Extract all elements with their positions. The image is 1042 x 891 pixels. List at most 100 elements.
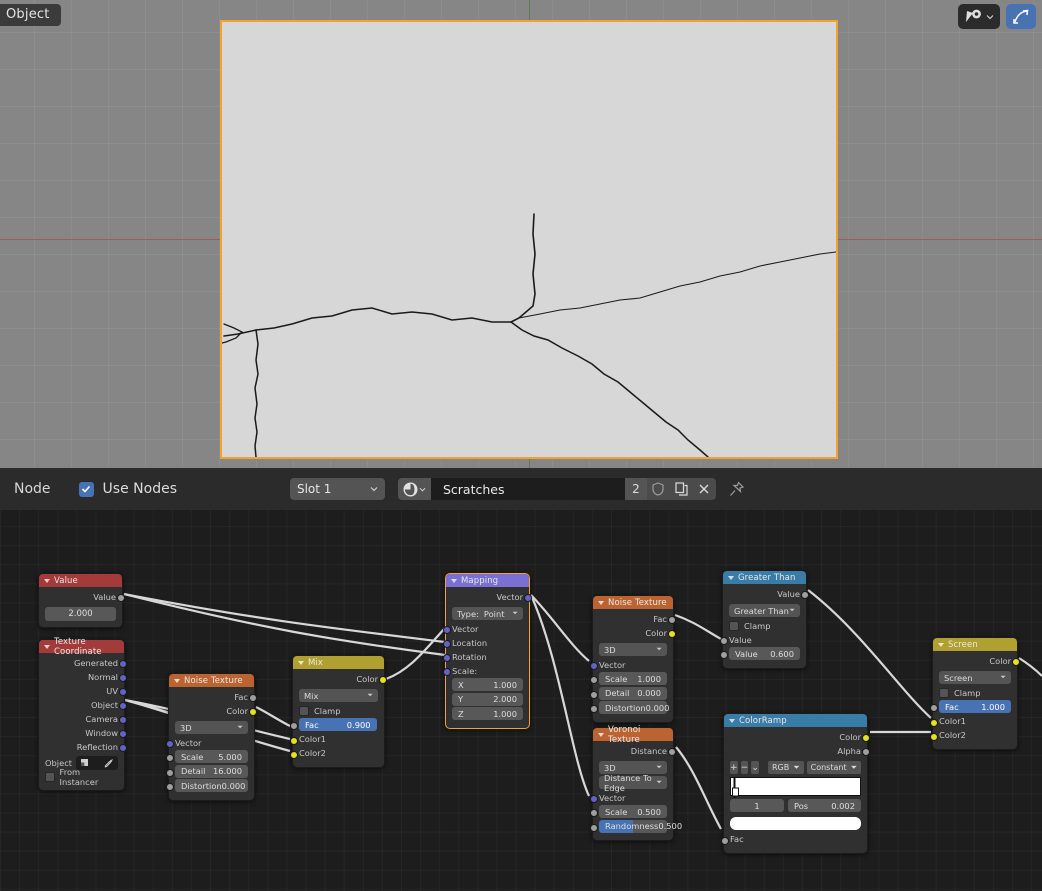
collapse-triangle-icon[interactable] <box>44 578 50 583</box>
viewport-3d[interactable]: Object <box>0 0 1042 468</box>
material-preview-plane[interactable] <box>220 20 838 459</box>
node-menu[interactable]: Node <box>14 481 51 497</box>
collapse-triangle-icon[interactable] <box>298 660 304 665</box>
clamp-checkbox[interactable] <box>299 705 309 716</box>
gizmo-toggle-button[interactable] <box>1006 4 1036 29</box>
socket-color-out[interactable] <box>1012 658 1020 666</box>
material-browse-button[interactable] <box>397 478 431 500</box>
socket-vector-in[interactable] <box>590 795 598 803</box>
color-mode-dropdown[interactable]: RGB ⏷ <box>767 761 804 774</box>
socket-generated-out[interactable] <box>119 660 127 668</box>
socket-object-out[interactable] <box>119 702 127 710</box>
collapse-triangle-icon[interactable] <box>728 575 734 580</box>
socket-fac-in[interactable] <box>930 704 938 712</box>
eyedropper-icon[interactable] <box>104 758 114 768</box>
visibility-toggle-button[interactable] <box>958 4 1000 29</box>
socket-value-out[interactable] <box>117 594 125 602</box>
collapse-triangle-icon[interactable] <box>174 678 180 683</box>
clamp-row[interactable]: Clamp <box>299 704 378 717</box>
node-value[interactable]: Value Value 2.000 <box>38 573 125 628</box>
node-header[interactable]: Mapping <box>446 574 529 587</box>
socket-vector-out[interactable] <box>524 594 532 602</box>
node-header[interactable]: Noise Texture <box>169 674 254 687</box>
feature-dropdown[interactable]: Distance To Edge ⏷ <box>599 773 667 793</box>
node-header[interactable]: Screen <box>933 638 1017 651</box>
node-noise-texture-2[interactable]: Noise Texture Fac Color 3D ⏷ Vector Scal… <box>590 595 676 723</box>
collapse-triangle-icon[interactable] <box>598 732 604 737</box>
scale-field[interactable]: Scale 1.000 <box>599 672 667 685</box>
node-mapping[interactable]: Mapping Vector Type: Point ⏷ Vector Loca… <box>443 573 532 729</box>
socket-location-in[interactable] <box>443 640 451 648</box>
interpolation-dropdown[interactable]: Constant ⏷ <box>806 761 861 774</box>
socket-fac-in[interactable] <box>290 722 298 730</box>
blend-mode-dropdown[interactable]: Screen ⏷ <box>939 671 1011 684</box>
node-voronoi-texture[interactable]: Voronoi Texture Distance 3D ⏷ Distance T… <box>590 725 682 841</box>
from-instancer-row[interactable]: From Instancer <box>45 767 118 787</box>
node-header[interactable]: Noise Texture <box>593 596 673 609</box>
scale-x-field[interactable]: X 1.000 <box>452 678 523 691</box>
fac-field[interactable]: Fac 1.000 <box>939 700 1011 713</box>
from-instancer-checkbox[interactable] <box>45 771 55 782</box>
node-header[interactable]: ColorRamp <box>724 714 867 727</box>
slot-dropdown[interactable]: Slot 1 <box>289 478 385 500</box>
dimensions-dropdown[interactable]: 3D ⏷ <box>599 643 667 656</box>
socket-detail-in[interactable] <box>590 690 598 699</box>
scale-z-field[interactable]: Z 1.000 <box>452 707 523 720</box>
socket-color1-in[interactable] <box>930 718 938 727</box>
stop-position-field[interactable]: Pos 0.002 <box>788 799 861 812</box>
node-texture-coordinate[interactable]: Texture Coordinate Generated Normal UV O… <box>38 637 127 791</box>
socket-distance-out[interactable] <box>668 748 676 756</box>
node-header[interactable]: Greater Than <box>723 571 806 584</box>
socket-scale-in[interactable] <box>166 754 174 762</box>
object-picker-field[interactable] <box>76 755 118 770</box>
clamp-row[interactable]: Clamp <box>729 619 800 632</box>
socket-fac-in[interactable] <box>721 836 729 845</box>
node-greater-than[interactable]: Greater Than Value Greater Than ⏷ Clamp <box>720 570 809 669</box>
type-dropdown[interactable]: Type: Point ⏷ <box>452 607 523 620</box>
distortion-field[interactable]: Distortion 0.000 <box>175 779 248 792</box>
collapse-triangle-icon[interactable] <box>598 600 604 605</box>
node-editor-canvas[interactable]: Value Value 2.000 Texture Coordinate Gen… <box>0 510 1042 891</box>
socket-alpha-out[interactable] <box>862 748 870 756</box>
node-noise-texture-1[interactable]: Noise Texture Fac Color 3D ⏷ Vector Scal… <box>166 673 257 801</box>
socket-scale-in[interactable] <box>443 668 451 676</box>
ramp-menu-button[interactable]: ⌄ <box>751 761 759 774</box>
color-ramp-band[interactable] <box>730 777 861 798</box>
scale-field[interactable]: Scale 5.000 <box>175 750 248 763</box>
socket-distortion-in[interactable] <box>590 705 598 713</box>
node-mix[interactable]: Mix Color Mix ⏷ Clamp Fac 0.900 Color1 C… <box>290 655 387 768</box>
node-header[interactable]: Mix <box>293 656 384 669</box>
detail-field[interactable]: Detail 16.000 <box>175 764 248 778</box>
fac-field[interactable]: Fac 0.900 <box>299 718 377 731</box>
socket-distortion-in[interactable] <box>166 783 174 791</box>
material-users-count[interactable]: 2 <box>624 478 647 500</box>
socket-value-out[interactable] <box>801 591 809 599</box>
scale-field[interactable]: Scale 0.500 <box>599 805 667 818</box>
socket-normal-out[interactable] <box>119 674 127 682</box>
pin-button[interactable] <box>729 481 745 497</box>
material-name-field[interactable]: Scratches <box>430 478 625 500</box>
add-stop-button[interactable]: + <box>730 761 738 774</box>
socket-color-out[interactable] <box>249 708 257 716</box>
dimensions-dropdown[interactable]: 3D ⏷ <box>175 721 248 734</box>
collapse-triangle-icon[interactable] <box>729 718 735 723</box>
blend-mode-dropdown[interactable]: Mix ⏷ <box>299 689 378 702</box>
node-header[interactable]: Voronoi Texture <box>593 725 673 745</box>
socket-window-out[interactable] <box>119 730 127 738</box>
socket-detail-in[interactable] <box>166 768 174 777</box>
detail-field[interactable]: Detail 0.000 <box>599 686 667 700</box>
socket-fac-out[interactable] <box>249 694 257 702</box>
socket-randomness-in[interactable] <box>590 823 598 832</box>
fake-user-button[interactable] <box>646 478 670 500</box>
unlink-material-button[interactable] <box>692 478 716 500</box>
value-field[interactable]: 2.000 <box>45 607 116 621</box>
socket-color-out[interactable] <box>668 630 676 638</box>
socket-reflection-out[interactable] <box>119 744 127 752</box>
collapse-triangle-icon[interactable] <box>451 578 457 583</box>
collapse-triangle-icon[interactable] <box>44 644 50 649</box>
use-nodes-checkbox[interactable] <box>78 481 94 497</box>
socket-fac-out[interactable] <box>668 616 676 624</box>
scale-y-field[interactable]: Y 2.000 <box>452 692 523 706</box>
remove-stop-button[interactable]: − <box>740 761 749 774</box>
socket-rotation-in[interactable] <box>443 654 451 662</box>
